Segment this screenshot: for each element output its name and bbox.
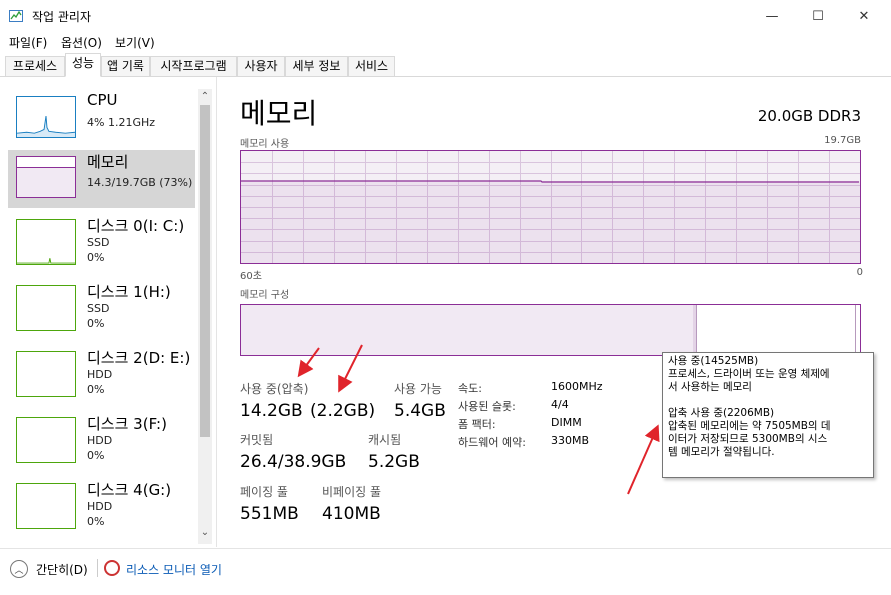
red-arrow-tooltip bbox=[627, 424, 660, 495]
annotation-arrows bbox=[297, 344, 660, 495]
red-arrow-compressed bbox=[338, 344, 363, 393]
red-arrow-in-use bbox=[297, 347, 320, 378]
